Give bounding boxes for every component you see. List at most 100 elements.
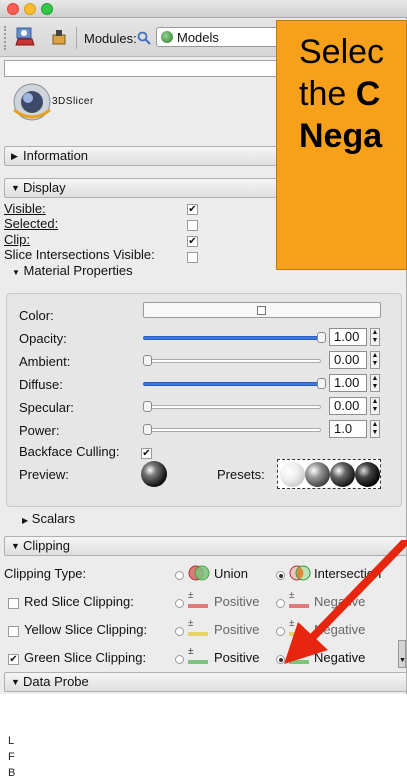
title-bar [0, 0, 407, 18]
red-positive-icon: ± [188, 591, 208, 608]
opacity-slider-handle[interactable] [317, 332, 326, 343]
preset-sphere-gray[interactable] [305, 462, 330, 487]
power-stepper[interactable]: ▲ ▼ [370, 420, 380, 438]
presets-label: Presets: [217, 467, 265, 482]
ambient-spinbox[interactable]: 0.00 [329, 351, 367, 369]
diffuse-spinbox[interactable]: 1.00 [329, 374, 367, 392]
slice-intersections-checkbox[interactable] [187, 252, 198, 263]
orientation-label-f: F [8, 751, 15, 763]
preset-sphere-dark[interactable] [330, 462, 355, 487]
diffuse-stepper[interactable]: ▲ ▼ [370, 374, 380, 392]
collapse-arrow-icon: ▼ [11, 183, 20, 193]
yellow-positive-radio[interactable] [175, 627, 184, 636]
union-label: Union [214, 566, 248, 581]
collapse-arrow-icon: ▼ [11, 541, 20, 551]
material-properties-toggle[interactable]: ▼ Material Properties [12, 263, 133, 278]
opacity-stepper[interactable]: ▲ ▼ [370, 328, 380, 346]
history-icon[interactable] [48, 25, 70, 49]
ambient-slider-handle[interactable] [143, 355, 152, 366]
scalars-title: Scalars [31, 511, 76, 526]
color-swatch [257, 306, 266, 315]
presets-palette[interactable] [277, 459, 381, 489]
union-icon [188, 565, 210, 581]
green-positive-icon: ± [188, 647, 208, 664]
green-slice-clipping-checkbox[interactable]: ✔ [8, 654, 19, 665]
modules-label: Modules: [84, 31, 137, 46]
preset-sphere-black[interactable] [355, 462, 380, 487]
green-positive-radio[interactable] [175, 655, 184, 664]
callout-line-1: Selec [299, 33, 385, 71]
zoom-window-button[interactable] [41, 3, 53, 15]
power-slider-handle[interactable] [143, 424, 152, 435]
expand-arrow-icon: ▶ [22, 516, 29, 525]
power-slider[interactable] [143, 428, 321, 432]
clip-label: Clip: [4, 232, 31, 247]
specular-slider-handle[interactable] [143, 401, 152, 412]
minimize-window-button[interactable] [24, 3, 36, 15]
selected-checkbox[interactable] [187, 220, 198, 231]
callout-line-3: Nega [299, 117, 383, 155]
clipping-section-title: Clipping [23, 538, 70, 553]
ambient-stepper[interactable]: ▲ ▼ [370, 351, 380, 369]
callout-line-2-text: the [299, 75, 356, 113]
slicer-logo-text: 3DSlicer [52, 96, 94, 107]
yellow-slice-clipping-checkbox[interactable] [8, 626, 19, 637]
backface-culling-checkbox[interactable]: ✔ [141, 448, 152, 459]
clip-checkbox[interactable]: ✔ [187, 236, 198, 247]
color-picker-button[interactable] [143, 302, 381, 318]
visible-label: Visible: [4, 201, 46, 216]
yellow-positive-label: Positive [214, 622, 260, 637]
module-finder-icon[interactable] [14, 25, 36, 49]
green-positive-label: Positive [214, 650, 260, 665]
green-slice-clipping-label: Green Slice Clipping: [24, 650, 147, 665]
clipping-type-label: Clipping Type: [4, 566, 87, 581]
specular-stepper[interactable]: ▲ ▼ [370, 397, 380, 415]
information-section-title: Information [23, 148, 89, 163]
collapse-arrow-icon: ▼ [11, 677, 20, 687]
module-selector[interactable]: Models [156, 27, 296, 47]
opacity-slider[interactable] [143, 336, 321, 340]
ambient-slider[interactable] [143, 359, 321, 363]
color-label: Color: [19, 308, 54, 323]
preset-sphere-white[interactable] [280, 462, 305, 487]
backface-culling-label: Backface Culling: [19, 444, 120, 459]
slice-intersections-label: Slice Intersections Visible: [4, 247, 155, 262]
instruction-callout: Selec the C Nega [276, 20, 407, 270]
expand-arrow-icon: ▶ [11, 151, 18, 161]
preview-label: Preview: [19, 467, 69, 482]
red-slice-clipping-checkbox[interactable] [8, 598, 19, 609]
red-slice-clipping-label: Red Slice Clipping: [24, 594, 134, 609]
search-icon[interactable] [137, 31, 151, 45]
data-probe-section-title: Data Probe [23, 674, 89, 689]
opacity-spinbox[interactable]: 1.00 [329, 328, 367, 346]
toolbar-separator [76, 27, 77, 49]
scalars-toggle[interactable]: ▶ Scalars [22, 511, 75, 526]
yellow-positive-icon: ± [188, 619, 208, 636]
orientation-label-b: B [8, 767, 16, 779]
callout-line-2-bold: C [355, 75, 381, 113]
material-properties-group: Color: Opacity: 1.00 ▲ ▼ Ambient: 0.00 ▲ ▼… [6, 293, 402, 507]
diffuse-slider-handle[interactable] [317, 378, 326, 389]
yellow-slice-clipping-label: Yellow Slice Clipping: [24, 622, 148, 637]
models-module-icon [161, 31, 173, 43]
diffuse-slider[interactable] [143, 382, 321, 386]
power-spinbox[interactable]: 1.0 [329, 420, 367, 438]
orientation-label-l: L [8, 735, 15, 747]
specular-slider[interactable] [143, 405, 321, 409]
close-window-button[interactable] [7, 3, 19, 15]
union-radio[interactable] [175, 571, 184, 580]
module-selector-value: Models [177, 30, 219, 45]
diffuse-label: Diffuse: [19, 377, 63, 392]
ambient-label: Ambient: [19, 354, 71, 369]
opacity-label: Opacity: [19, 331, 67, 346]
data-probe-section-header[interactable]: ▼ Data Probe [4, 672, 407, 692]
material-properties-title: Material Properties [23, 263, 133, 278]
module-search-field[interactable] [4, 60, 294, 77]
material-preview-sphere [141, 461, 167, 487]
red-positive-label: Positive [214, 594, 260, 609]
red-positive-radio[interactable] [175, 599, 184, 608]
callout-line-2: the C [299, 73, 406, 115]
specular-spinbox[interactable]: 0.00 [329, 397, 367, 415]
visible-checkbox[interactable]: ✔ [187, 204, 198, 215]
toolbar-grip [4, 26, 6, 50]
